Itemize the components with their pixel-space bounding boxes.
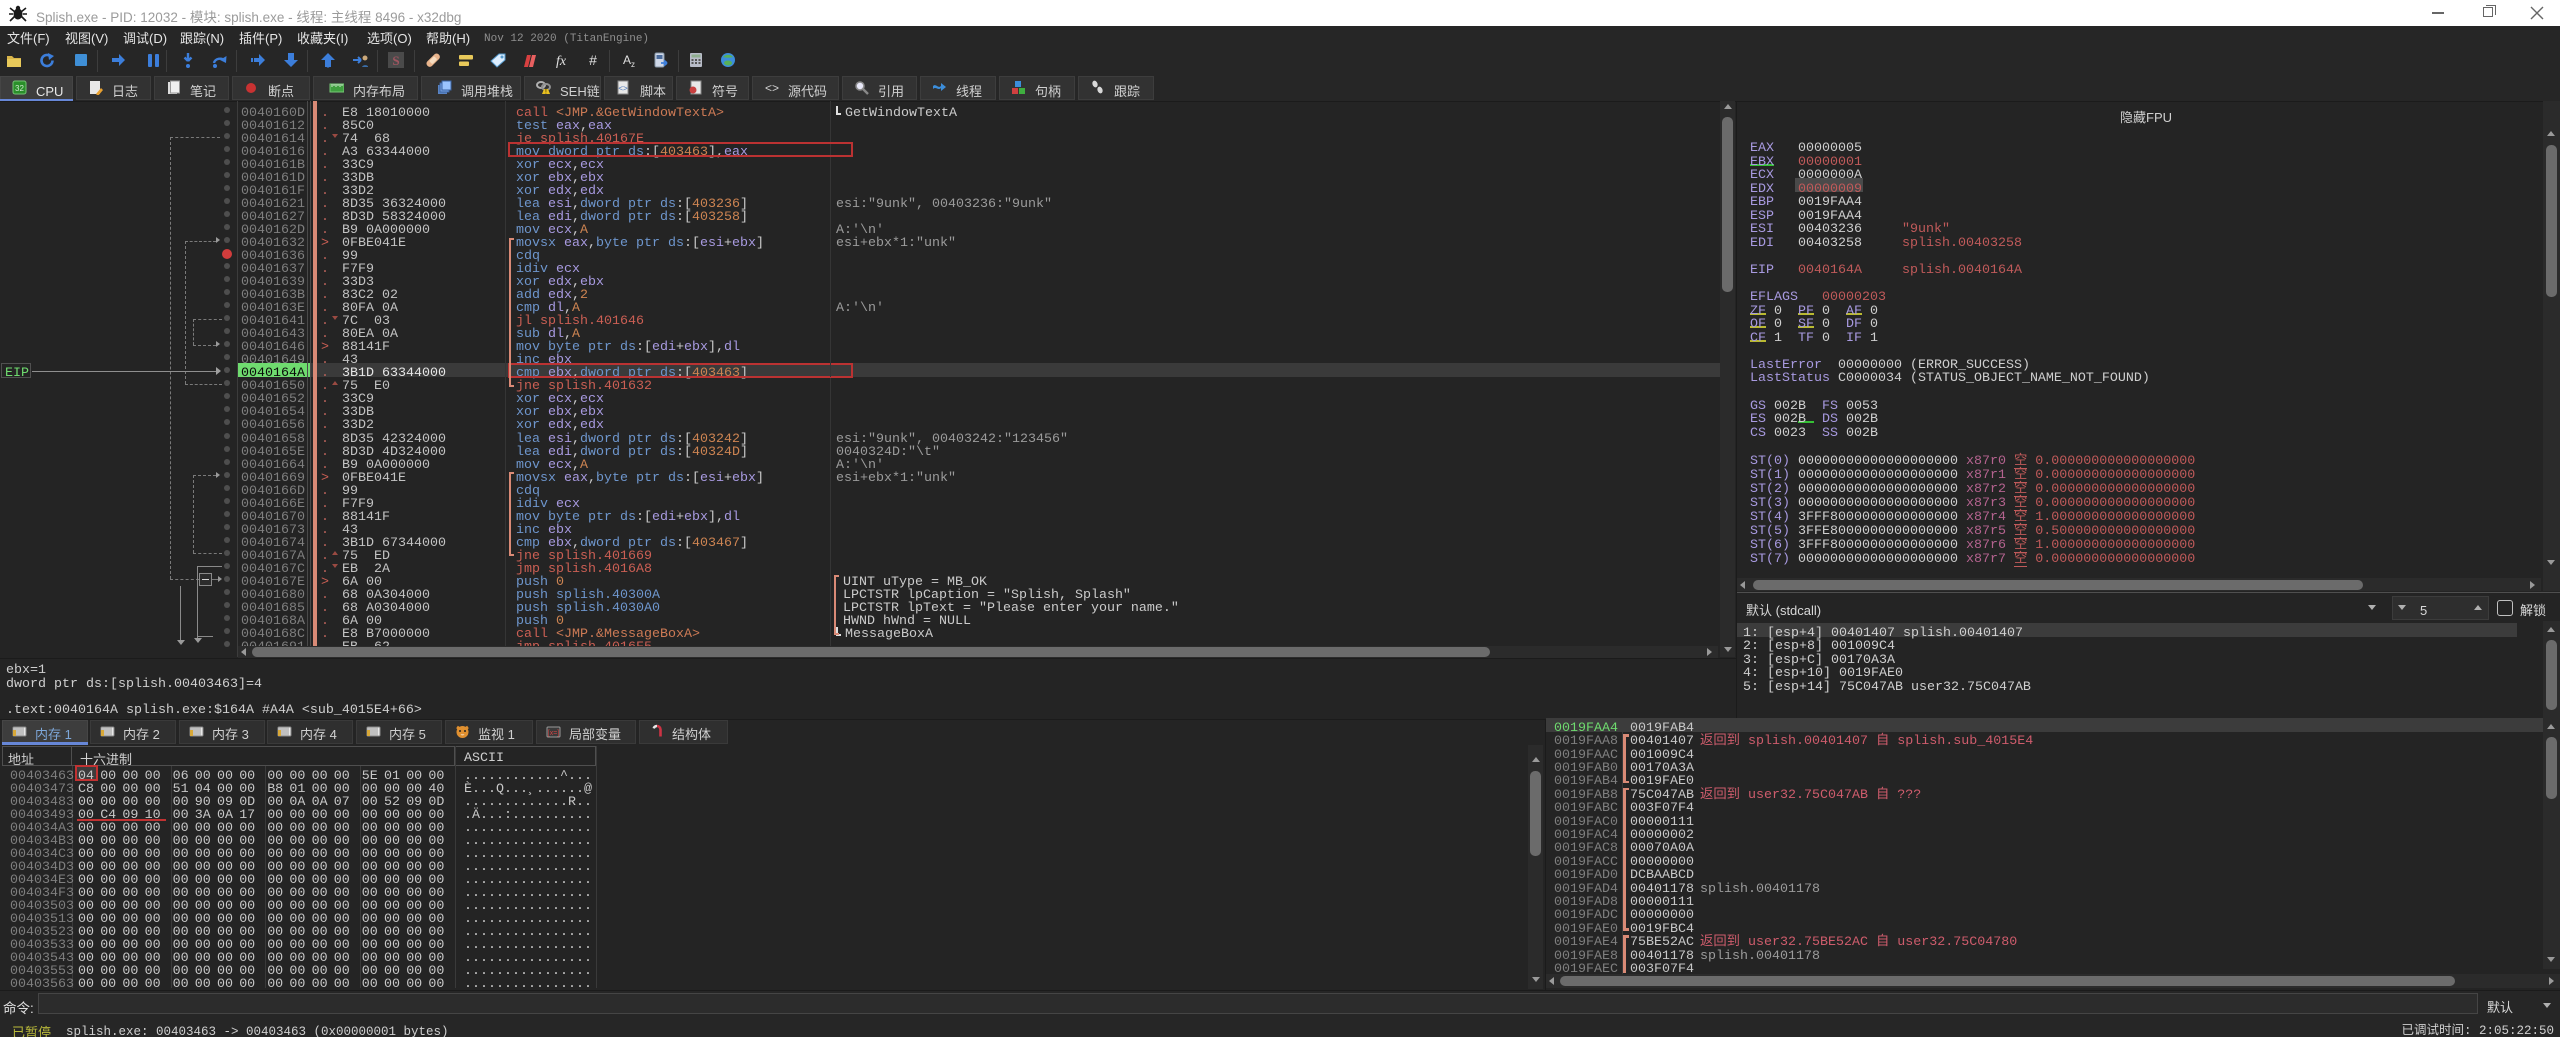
svg-text:S: S — [392, 53, 399, 68]
svg-text:<>: <> — [618, 83, 628, 94]
svg-text:z: z — [631, 59, 635, 68]
svg-text:A: A — [623, 52, 631, 68]
svg-text:<>: <> — [765, 80, 779, 95]
svg-text:32: 32 — [15, 83, 24, 94]
svg-text:[x=]: [x=] — [548, 728, 560, 738]
svg-text:#: # — [589, 52, 597, 68]
svg-text:fx: fx — [556, 54, 567, 68]
